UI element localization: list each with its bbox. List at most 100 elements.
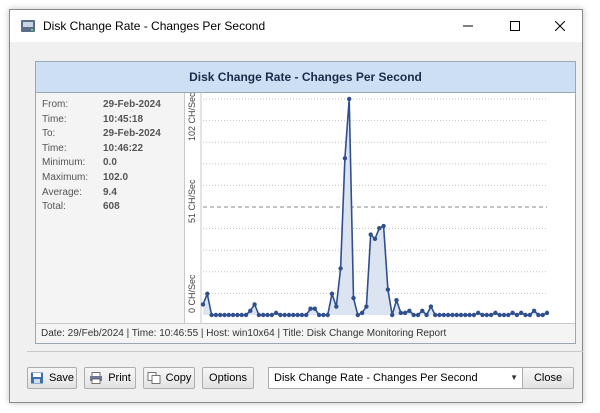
report-type-select[interactable]: Disk Change Rate - Changes Per Second ▼ — [268, 367, 524, 389]
stat-row: Average: 9.4 — [42, 187, 117, 201]
data-point — [364, 304, 369, 309]
stat-label: From: — [42, 99, 69, 110]
stat-label: Maximum: — [42, 172, 89, 183]
panel-header: Disk Change Rate - Changes Per Second — [36, 62, 575, 93]
close-button[interactable]: Close — [522, 367, 574, 389]
data-point — [501, 312, 507, 318]
data-point — [261, 312, 266, 318]
report-window: Disk Change Rate - Changes Per Second Di… — [9, 9, 583, 403]
stat-row: Minimum: 0.0 — [42, 157, 117, 171]
stat-row: Maximum: 102.0 — [42, 172, 128, 186]
floppy-disk-icon — [30, 372, 43, 384]
options-label: Options — [209, 372, 247, 384]
data-point — [239, 312, 244, 318]
data-point — [269, 312, 274, 318]
data-point — [445, 312, 451, 318]
print-button[interactable]: Print — [84, 367, 136, 389]
close-label: Close — [533, 372, 563, 384]
data-point — [433, 312, 438, 318]
data-point — [467, 312, 472, 318]
data-point — [372, 236, 378, 241]
data-point — [256, 312, 262, 318]
data-point — [480, 312, 485, 318]
data-point — [295, 312, 300, 318]
stat-value: 9.4 — [103, 186, 117, 198]
data-point — [377, 225, 382, 231]
minimize-button[interactable] — [446, 10, 490, 42]
chart-area: 0 CH/Sec 51 CH/Sec 102 CH/Sec — [185, 92, 575, 323]
data-point — [347, 96, 352, 102]
data-point — [536, 312, 541, 318]
stat-value: 608 — [103, 201, 120, 213]
data-point — [338, 266, 343, 271]
stat-label: Time: — [42, 113, 67, 125]
data-point — [205, 291, 210, 297]
stat-value: 29-Feb-2024 — [103, 99, 161, 110]
stat-row: From: 29-Feb-2024 — [42, 99, 161, 113]
data-point — [286, 312, 292, 318]
stat-row: Total: 608 — [42, 201, 120, 215]
data-point — [355, 312, 360, 318]
stat-row: To: 29-Feb-2024 — [42, 128, 161, 142]
data-point — [265, 312, 270, 318]
maximize-icon — [510, 21, 520, 31]
y-tick-label: 51 CH/Sec — [187, 179, 197, 223]
data-point — [390, 312, 395, 318]
data-point — [519, 310, 524, 316]
chevron-down-icon: ▼ — [510, 373, 518, 382]
data-point — [200, 302, 206, 307]
data-point — [222, 312, 227, 318]
data-point — [437, 312, 442, 318]
data-point — [299, 312, 305, 318]
data-point — [394, 297, 399, 303]
data-point — [527, 312, 532, 318]
data-point — [218, 312, 223, 318]
data-point — [329, 291, 335, 297]
data-point — [282, 312, 287, 318]
data-point — [308, 306, 313, 311]
data-point — [484, 312, 489, 318]
data-point — [420, 308, 425, 313]
data-point — [476, 310, 481, 316]
close-window-button[interactable] — [538, 10, 582, 42]
data-point — [321, 312, 326, 318]
data-point — [514, 312, 520, 318]
print-label: Print — [108, 372, 131, 384]
options-button[interactable]: Options — [202, 367, 254, 389]
data-point — [312, 306, 317, 311]
data-point — [471, 312, 477, 318]
data-point — [523, 312, 528, 318]
data-point — [252, 302, 257, 307]
stats-panel: From: 29-Feb-2024 Time: 10:45:18 To: 29-Feb-2… — [36, 93, 185, 323]
copy-button[interactable]: Copy — [143, 367, 195, 389]
minimize-icon — [463, 25, 473, 27]
data-point — [381, 223, 386, 229]
stat-row: Time: 10:46:22 — [42, 143, 143, 157]
stat-label: Average: — [42, 186, 82, 198]
data-point — [428, 304, 434, 309]
separator — [27, 351, 583, 352]
data-point — [316, 312, 322, 318]
data-point — [304, 312, 309, 318]
stat-label: Total: — [42, 201, 66, 213]
stat-value: 10:46:22 — [103, 142, 144, 154]
data-point — [506, 312, 511, 318]
data-point — [488, 312, 494, 318]
stat-value: 102.0 — [103, 172, 129, 183]
data-point — [368, 232, 373, 237]
data-point — [441, 312, 446, 318]
window-title: Disk Change Rate - Changes Per Second — [43, 19, 266, 33]
copy-label: Copy — [165, 372, 192, 384]
data-point — [342, 156, 348, 161]
report-panel: Disk Change Rate - Changes Per Second Fr… — [35, 61, 576, 344]
data-point — [411, 312, 416, 318]
data-point — [359, 310, 365, 316]
data-point — [226, 312, 231, 318]
data-point — [385, 287, 391, 292]
data-point — [273, 310, 279, 316]
title-bar[interactable]: Disk Change Rate - Changes Per Second — [10, 10, 582, 42]
save-button[interactable]: Save — [27, 367, 77, 389]
maximize-button[interactable] — [493, 10, 537, 42]
data-point — [398, 310, 403, 316]
data-point — [531, 308, 537, 313]
